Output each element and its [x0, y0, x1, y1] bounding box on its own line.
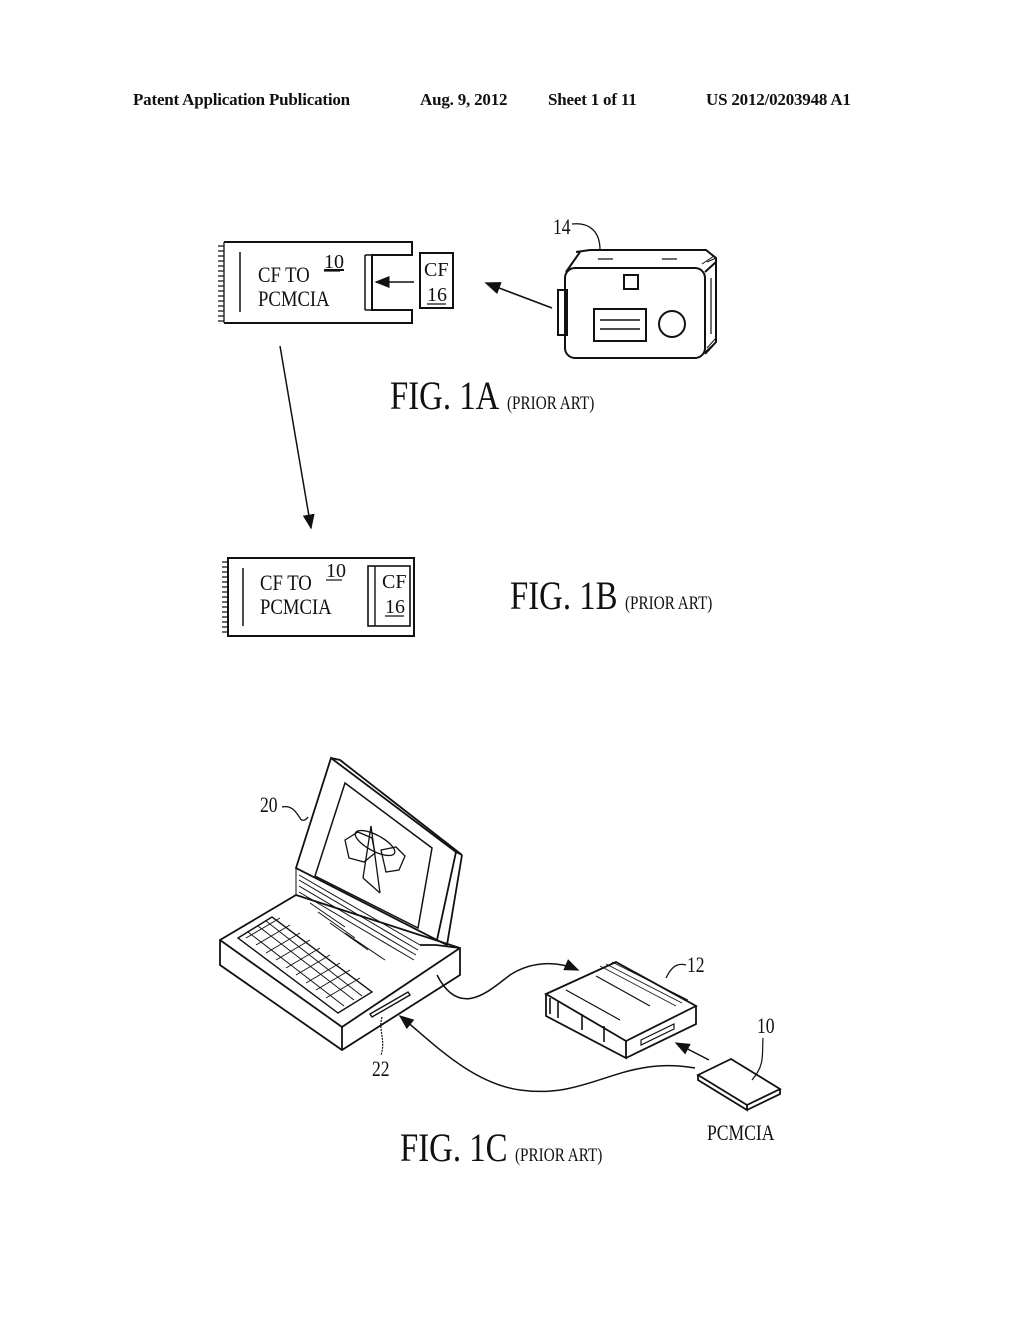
- fig1a-prior-art-note: (PRIOR ART): [507, 393, 595, 414]
- fig1a-to-fig1b-arrow: [279, 345, 315, 530]
- fig1b-title: FIG. 1B: [510, 573, 618, 618]
- fig1b-prior-art-note: (PRIOR ART): [625, 593, 713, 614]
- laptop-20: 20 22: [219, 756, 463, 1082]
- fig1b-cf-ref-number: 16: [385, 596, 405, 618]
- card-label: PCMCIA: [707, 1121, 775, 1145]
- fig1c-prior-art-note: (PRIOR ART): [515, 1145, 603, 1166]
- fig1b-adapter-label-line2: PCMCIA: [260, 596, 332, 620]
- pcmcia-card-10: 10 PCMCIA: [696, 1014, 782, 1146]
- fig1b-cf-label: CF: [382, 571, 406, 593]
- fig1b-caption: FIG. 1B (PRIOR ART): [510, 572, 734, 619]
- fig1a-cf-card: CF 16: [419, 252, 454, 309]
- cf-card-ref-number: 16: [427, 284, 447, 306]
- adapter-connector-teeth: [218, 242, 225, 323]
- fig1b-adapter-label-line1: CF TO: [260, 572, 312, 596]
- card-reader-12: 12: [544, 953, 705, 1060]
- card-ref-number: 10: [757, 1014, 775, 1038]
- card-to-laptop-arrow: [398, 1015, 696, 1093]
- patent-drawing: CF TO PCMCIA 10 CF 16 14 CF TO PCMCIA 10…: [218, 215, 782, 1146]
- laptop-ref-number: 20: [260, 793, 278, 817]
- fig1a-title: FIG. 1A: [390, 373, 500, 418]
- camera-ref-number: 14: [553, 215, 571, 239]
- laptop-to-reader-cable: [436, 959, 580, 1000]
- fig1b-assembled-adapter: CF TO PCMCIA 10 CF 16: [222, 557, 415, 637]
- camera-14: 14: [553, 215, 717, 359]
- fig1c-title: FIG. 1C: [400, 1125, 508, 1170]
- adapter-label-line1: CF TO: [258, 264, 310, 288]
- card-to-reader-arrow: [674, 1042, 710, 1061]
- fig1a-caption: FIG. 1A (PRIOR ART): [390, 372, 617, 419]
- fig1c-caption: FIG. 1C (PRIOR ART): [400, 1124, 624, 1171]
- slot-ref-number: 22: [372, 1057, 390, 1081]
- fig1b-adapter-ref-number: 10: [326, 560, 346, 582]
- camera-to-card-arrow: [484, 282, 553, 309]
- adapter-ref-number: 10: [324, 251, 344, 273]
- cf-card-label: CF: [424, 259, 448, 281]
- adapter-label-line2: PCMCIA: [258, 288, 330, 312]
- reader-ref-number: 12: [687, 953, 705, 977]
